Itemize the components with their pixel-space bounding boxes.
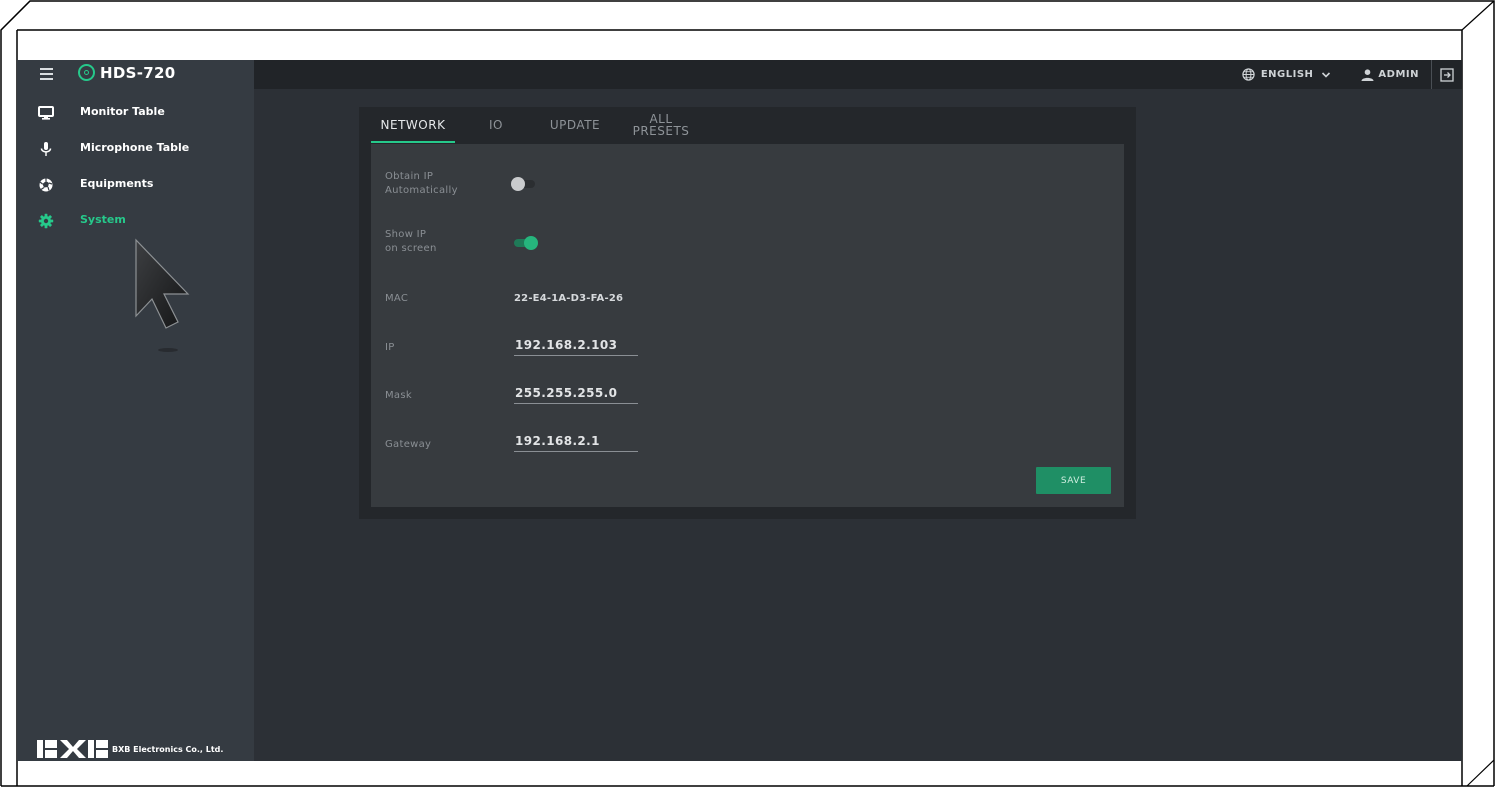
sidebar-item-label: Monitor Table <box>80 105 165 118</box>
show-ip-toggle[interactable] <box>512 236 538 250</box>
language-selector[interactable]: ENGLISH <box>1242 68 1332 81</box>
gateway-label: Gateway <box>385 439 432 450</box>
company-logo: BXB Electronics Co., Ltd. <box>37 740 223 758</box>
tab-update[interactable]: UPDATE <box>543 107 607 143</box>
settings-card: NETWORK IO UPDATE ALL PRESETS Obtain IP … <box>359 107 1136 519</box>
tab-network[interactable]: NETWORK <box>371 107 455 143</box>
brand-bar: HDS-720 <box>17 60 254 89</box>
sidebar-item-label: Equipments <box>80 177 154 190</box>
microphone-icon <box>40 142 52 156</box>
logout-icon <box>1440 67 1454 82</box>
mac-label: MAC <box>385 293 409 304</box>
top-bar-actions: ENGLISH ADMIN <box>1242 60 1462 89</box>
aperture-icon <box>39 178 53 192</box>
save-button[interactable]: SAVE <box>1036 467 1111 494</box>
show-ip-label: Show IP on screen <box>385 229 437 254</box>
obtain-ip-label: Obtain IP Automatically <box>385 171 458 196</box>
sidebar: Monitor Table Microphone Table Equipment… <box>17 89 254 761</box>
globe-icon <box>1242 68 1255 81</box>
gear-icon <box>38 213 54 229</box>
mouse-cursor-icon <box>135 238 190 352</box>
tab-all-presets[interactable]: ALL PRESETS <box>627 107 695 143</box>
tab-io[interactable]: IO <box>481 107 511 143</box>
sidebar-item-monitor-table[interactable]: Monitor Table <box>17 101 254 125</box>
user-menu[interactable]: ADMIN <box>1361 68 1419 81</box>
company-name: BXB Electronics Co., Ltd. <box>112 744 224 754</box>
network-settings-panel: Obtain IP Automatically Show IP on scree… <box>371 144 1124 507</box>
ip-label: IP <box>385 342 395 353</box>
menu-icon[interactable] <box>40 68 53 80</box>
sidebar-item-equipments[interactable]: Equipments <box>17 173 254 197</box>
bxb-logo <box>37 740 108 758</box>
brand-name: HDS-720 <box>100 64 176 82</box>
app-screen: HDS-720 ENGLISH ADMIN Monitor Table Micr… <box>17 60 1462 761</box>
sidebar-item-system[interactable]: System <box>17 209 254 233</box>
sidebar-item-microphone-table[interactable]: Microphone Table <box>17 137 254 161</box>
mac-value: 22-E4-1A-D3-FA-26 <box>514 293 624 304</box>
logo-icon <box>78 64 95 81</box>
user-label: ADMIN <box>1378 69 1419 80</box>
person-icon <box>1361 68 1374 81</box>
sidebar-item-label: Microphone Table <box>80 141 190 154</box>
obtain-ip-toggle[interactable] <box>511 177 537 191</box>
sidebar-item-label: System <box>80 213 126 226</box>
top-bar: HDS-720 ENGLISH ADMIN <box>17 60 1462 89</box>
ip-field[interactable]: 192.168.2.103 <box>514 336 638 356</box>
gateway-field[interactable]: 192.168.2.1 <box>514 432 638 452</box>
chevron-down-icon <box>1322 71 1331 78</box>
language-label: ENGLISH <box>1260 69 1314 80</box>
mask-label: Mask <box>385 390 412 401</box>
mask-field[interactable]: 255.255.255.0 <box>514 384 638 404</box>
logout-button[interactable] <box>1431 60 1462 89</box>
monitor-icon <box>38 106 54 120</box>
